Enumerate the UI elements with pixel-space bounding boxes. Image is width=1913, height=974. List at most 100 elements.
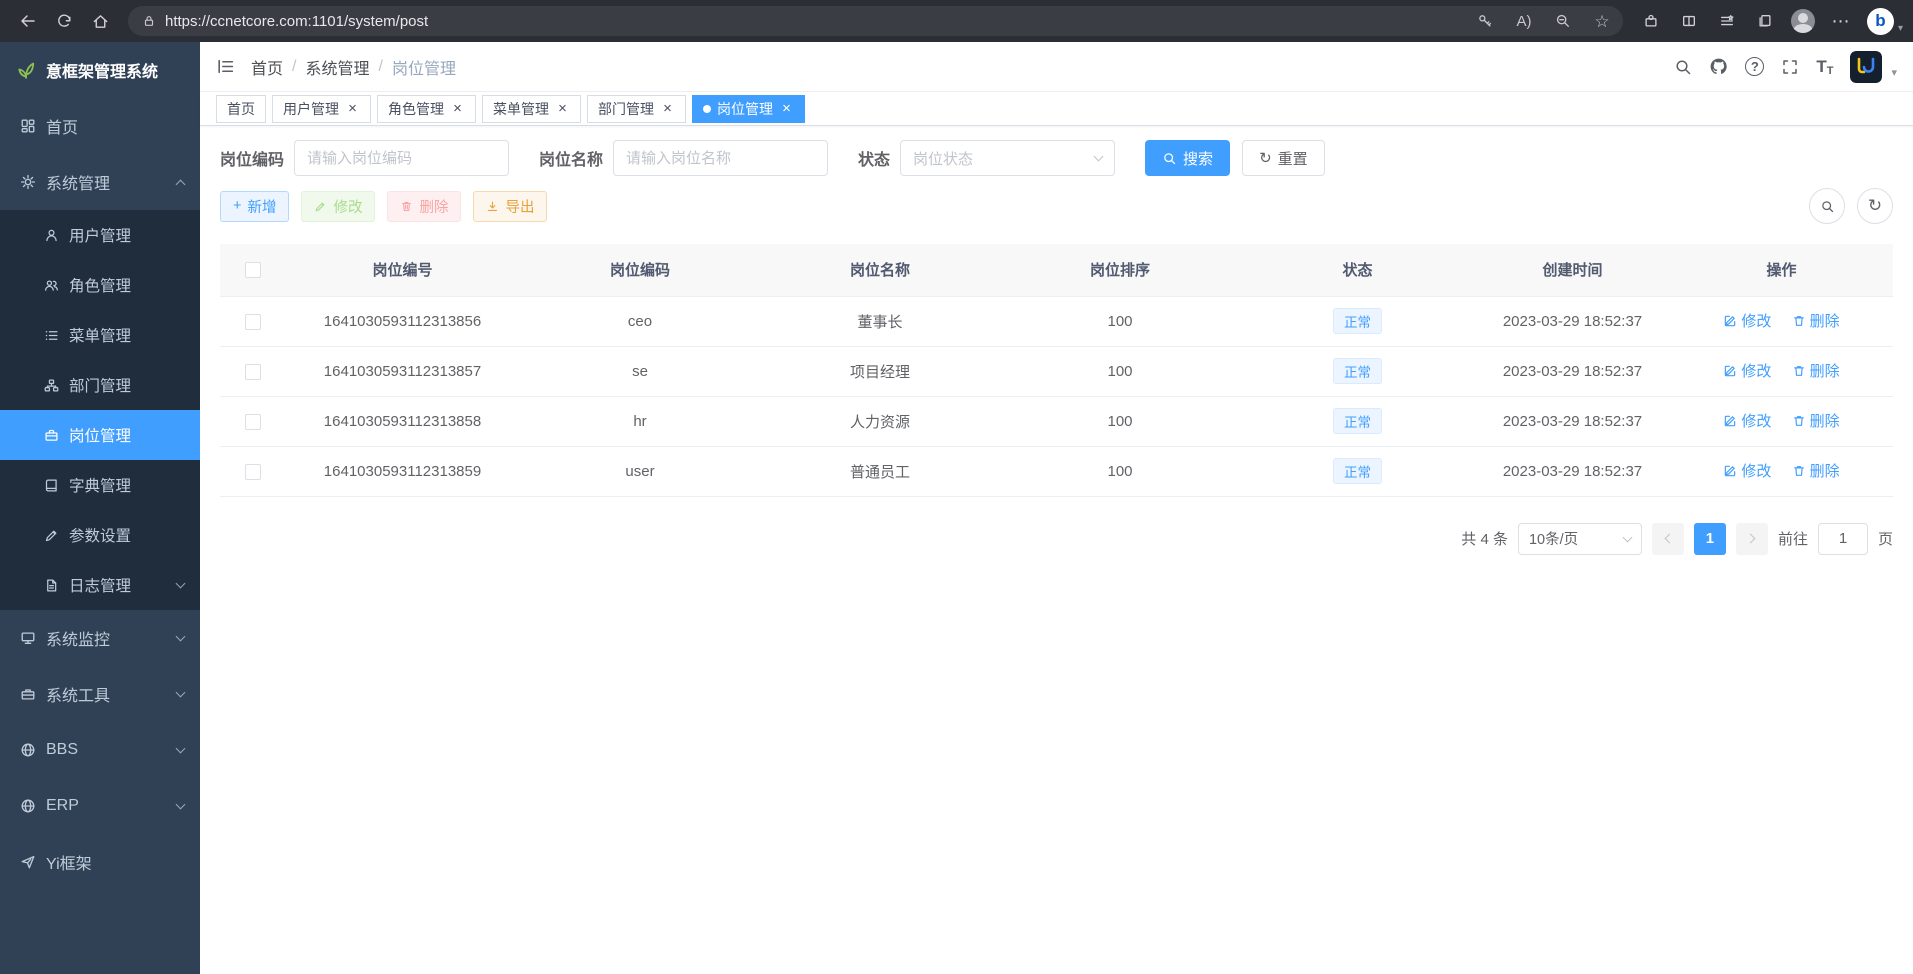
select-all-checkbox[interactable] <box>245 262 261 278</box>
row-edit-button[interactable]: 修改 <box>1723 410 1771 431</box>
row-edit-button[interactable]: 修改 <box>1723 460 1771 481</box>
refresh-icon[interactable] <box>46 5 82 37</box>
export-button[interactable]: 导出 <box>473 191 547 222</box>
sidebar-item-tools[interactable]: 系统工具 <box>0 666 200 722</box>
bing-caret-icon[interactable]: ▾ <box>1898 23 1903 37</box>
chevron-down-icon <box>176 799 186 809</box>
search-button[interactable]: 搜索 <box>1145 140 1230 176</box>
cell-post-code: hr <box>520 396 760 446</box>
table-row[interactable]: 1641030593112313859 user 普通员工 100 正常 202… <box>220 446 1893 496</box>
table-row[interactable]: 1641030593112313858 hr 人力资源 100 正常 2023-… <box>220 396 1893 446</box>
breadcrumb-item-home[interactable]: 首页 <box>251 55 283 79</box>
back-icon[interactable] <box>10 5 46 37</box>
favorites-bar-icon[interactable] <box>1709 5 1745 37</box>
toggle-search-button[interactable] <box>1809 188 1845 224</box>
sidebar-item-monitor[interactable]: 系统监控 <box>0 610 200 666</box>
book-icon <box>44 478 59 493</box>
close-icon[interactable]: × <box>779 101 794 116</box>
status-select[interactable]: 岗位状态 <box>900 140 1115 176</box>
page-content: 岗位编码 岗位名称 状态 岗位状态 <box>200 126 1913 974</box>
profile-avatar[interactable] <box>1785 5 1821 37</box>
prev-page-button[interactable] <box>1652 523 1684 555</box>
breadcrumb-item-current: 岗位管理 <box>392 55 456 79</box>
goto-page-input[interactable] <box>1818 523 1868 555</box>
sidebar-item-system[interactable]: 系统管理 <box>0 154 200 210</box>
address-bar[interactable]: https://ccnetcore.com:1101/system/post A… <box>128 6 1623 36</box>
close-icon[interactable]: × <box>660 101 675 116</box>
collections-icon[interactable] <box>1747 5 1783 37</box>
key-icon[interactable] <box>1470 8 1500 34</box>
sidebar-item-users[interactable]: 用户管理 <box>0 210 200 260</box>
close-icon[interactable]: × <box>555 101 570 116</box>
add-button[interactable]: + 新增 <box>220 191 289 222</box>
post-name-input[interactable] <box>613 140 828 176</box>
row-delete-button[interactable]: 删除 <box>1792 460 1840 481</box>
reset-button[interactable]: ↻ 重置 <box>1242 140 1325 176</box>
chevron-down-icon <box>176 631 186 641</box>
tab-home[interactable]: 首页 <box>216 95 266 123</box>
row-edit-button[interactable]: 修改 <box>1723 310 1771 331</box>
tab-departments[interactable]: 部门管理 × <box>587 95 686 123</box>
post-code-input[interactable] <box>294 140 509 176</box>
page-size-select[interactable]: 10条/页 <box>1518 523 1642 555</box>
sidebar-item-yi-framework[interactable]: Yi框架 <box>0 834 200 890</box>
home-icon[interactable] <box>82 5 118 37</box>
edit-button[interactable]: 修改 <box>301 191 375 222</box>
sidebar-item-bbs[interactable]: BBS <box>0 722 200 778</box>
delete-button[interactable]: 删除 <box>387 191 461 222</box>
row-checkbox[interactable] <box>245 314 261 330</box>
row-checkbox[interactable] <box>245 464 261 480</box>
search-icon[interactable] <box>1674 58 1692 76</box>
close-icon[interactable]: × <box>345 101 360 116</box>
row-checkbox[interactable] <box>245 364 261 380</box>
next-page-button[interactable] <box>1736 523 1768 555</box>
sidebar-item-roles[interactable]: 角色管理 <box>0 260 200 310</box>
sidebar-item-label: ERP <box>46 797 167 815</box>
sidebar-item-home[interactable]: 首页 <box>0 98 200 154</box>
help-icon[interactable]: ? <box>1745 57 1764 76</box>
more-options-icon[interactable]: ⋯ <box>1823 5 1859 37</box>
sidebar-toggle-icon[interactable] <box>216 57 235 76</box>
cell-post-name: 董事长 <box>760 296 1000 346</box>
sidebar-item-dict[interactable]: 字典管理 <box>0 460 200 510</box>
post-name-label: 岗位名称 <box>539 146 603 170</box>
user-menu-caret-icon[interactable]: ▾ <box>1891 66 1897 83</box>
sidebar-item-posts[interactable]: 岗位管理 <box>0 410 200 460</box>
row-delete-button[interactable]: 删除 <box>1792 410 1840 431</box>
app-logo-area[interactable]: 意框架管理系统 <box>0 42 200 98</box>
sidebar-item-erp[interactable]: ERP <box>0 778 200 834</box>
row-checkbox[interactable] <box>245 414 261 430</box>
app-shell: 意框架管理系统 首页 系统管理 用户 <box>0 42 1913 974</box>
tab-menus[interactable]: 菜单管理 × <box>482 95 581 123</box>
close-icon[interactable]: × <box>450 101 465 116</box>
sidebar-item-logs[interactable]: 日志管理 <box>0 560 200 610</box>
read-aloud-icon[interactable]: A) <box>1509 8 1539 34</box>
tab-posts[interactable]: 岗位管理 × <box>692 95 805 123</box>
fullscreen-icon[interactable] <box>1781 58 1799 76</box>
sidebar-item-menus[interactable]: 菜单管理 <box>0 310 200 360</box>
font-size-icon[interactable]: TT <box>1816 57 1833 77</box>
github-icon[interactable] <box>1709 57 1728 76</box>
column-header: 状态 <box>1240 244 1475 296</box>
page-number-button[interactable]: 1 <box>1694 523 1726 555</box>
favorite-star-icon[interactable]: ☆ <box>1587 8 1617 34</box>
zoom-icon[interactable] <box>1548 8 1578 34</box>
row-delete-button[interactable]: 删除 <box>1792 360 1840 381</box>
pagination: 共 4 条 10条/页 1 前往 页 <box>220 523 1893 555</box>
table-row[interactable]: 1641030593112313857 se 项目经理 100 正常 2023-… <box>220 346 1893 396</box>
table-row[interactable]: 1641030593112313856 ceo 董事长 100 正常 2023-… <box>220 296 1893 346</box>
user-avatar-logo[interactable] <box>1850 51 1882 83</box>
bing-icon[interactable]: b <box>1867 8 1894 35</box>
extensions-icon[interactable] <box>1633 5 1669 37</box>
app-title: 意框架管理系统 <box>46 58 158 82</box>
sidebar-item-params[interactable]: 参数设置 <box>0 510 200 560</box>
tab-roles[interactable]: 角色管理 × <box>377 95 476 123</box>
browser-chrome: https://ccnetcore.com:1101/system/post A… <box>0 0 1913 42</box>
breadcrumb-item-system[interactable]: 系统管理 <box>305 55 369 79</box>
row-edit-button[interactable]: 修改 <box>1723 360 1771 381</box>
row-delete-button[interactable]: 删除 <box>1792 310 1840 331</box>
sidebar-item-departments[interactable]: 部门管理 <box>0 360 200 410</box>
split-screen-icon[interactable] <box>1671 5 1707 37</box>
tab-users[interactable]: 用户管理 × <box>272 95 371 123</box>
refresh-table-button[interactable]: ↻ <box>1857 188 1893 224</box>
